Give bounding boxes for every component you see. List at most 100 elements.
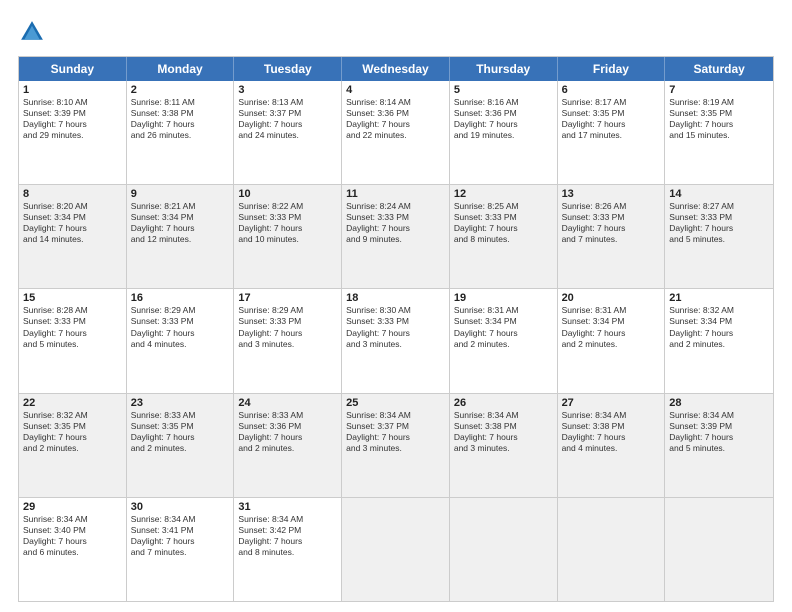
day-number: 14 — [669, 188, 769, 200]
cell-info: Sunrise: 8:13 AMSunset: 3:37 PMDaylight:… — [238, 97, 337, 141]
calendar-cell-day-20: 20Sunrise: 8:31 AMSunset: 3:34 PMDayligh… — [558, 289, 666, 392]
calendar-cell-day-5: 5Sunrise: 8:16 AMSunset: 3:36 PMDaylight… — [450, 81, 558, 184]
logo — [18, 18, 50, 46]
logo-icon — [18, 18, 46, 46]
day-number: 28 — [669, 397, 769, 409]
calendar-cell-day-27: 27Sunrise: 8:34 AMSunset: 3:38 PMDayligh… — [558, 394, 666, 497]
cell-info: Sunrise: 8:32 AMSunset: 3:35 PMDaylight:… — [23, 410, 122, 454]
cell-info: Sunrise: 8:20 AMSunset: 3:34 PMDaylight:… — [23, 201, 122, 245]
day-number: 20 — [562, 292, 661, 304]
cell-info: Sunrise: 8:10 AMSunset: 3:39 PMDaylight:… — [23, 97, 122, 141]
cell-info: Sunrise: 8:27 AMSunset: 3:33 PMDaylight:… — [669, 201, 769, 245]
day-number: 29 — [23, 501, 122, 513]
cell-info: Sunrise: 8:25 AMSunset: 3:33 PMDaylight:… — [454, 201, 553, 245]
calendar-cell-day-26: 26Sunrise: 8:34 AMSunset: 3:38 PMDayligh… — [450, 394, 558, 497]
calendar-cell-day-19: 19Sunrise: 8:31 AMSunset: 3:34 PMDayligh… — [450, 289, 558, 392]
day-number: 18 — [346, 292, 445, 304]
page: SundayMondayTuesdayWednesdayThursdayFrid… — [0, 0, 792, 612]
calendar-cell-day-11: 11Sunrise: 8:24 AMSunset: 3:33 PMDayligh… — [342, 185, 450, 288]
cell-info: Sunrise: 8:31 AMSunset: 3:34 PMDaylight:… — [562, 305, 661, 349]
day-number: 26 — [454, 397, 553, 409]
calendar-cell-day-7: 7Sunrise: 8:19 AMSunset: 3:35 PMDaylight… — [665, 81, 773, 184]
day-number: 4 — [346, 84, 445, 96]
cell-info: Sunrise: 8:24 AMSunset: 3:33 PMDaylight:… — [346, 201, 445, 245]
day-number: 11 — [346, 188, 445, 200]
calendar-row-5: 29Sunrise: 8:34 AMSunset: 3:40 PMDayligh… — [19, 497, 773, 601]
day-number: 21 — [669, 292, 769, 304]
day-number: 15 — [23, 292, 122, 304]
calendar-row-3: 15Sunrise: 8:28 AMSunset: 3:33 PMDayligh… — [19, 288, 773, 392]
header-day-tuesday: Tuesday — [234, 57, 342, 81]
calendar-cell-day-31: 31Sunrise: 8:34 AMSunset: 3:42 PMDayligh… — [234, 498, 342, 601]
calendar-cell-day-2: 2Sunrise: 8:11 AMSunset: 3:38 PMDaylight… — [127, 81, 235, 184]
header — [18, 18, 774, 46]
calendar-cell-empty-r4c3 — [342, 498, 450, 601]
day-number: 27 — [562, 397, 661, 409]
day-number: 8 — [23, 188, 122, 200]
day-number: 2 — [131, 84, 230, 96]
calendar-cell-day-17: 17Sunrise: 8:29 AMSunset: 3:33 PMDayligh… — [234, 289, 342, 392]
cell-info: Sunrise: 8:33 AMSunset: 3:35 PMDaylight:… — [131, 410, 230, 454]
cell-info: Sunrise: 8:34 AMSunset: 3:42 PMDaylight:… — [238, 514, 337, 558]
header-day-monday: Monday — [127, 57, 235, 81]
day-number: 31 — [238, 501, 337, 513]
calendar-cell-day-28: 28Sunrise: 8:34 AMSunset: 3:39 PMDayligh… — [665, 394, 773, 497]
calendar-cell-day-30: 30Sunrise: 8:34 AMSunset: 3:41 PMDayligh… — [127, 498, 235, 601]
calendar-cell-day-10: 10Sunrise: 8:22 AMSunset: 3:33 PMDayligh… — [234, 185, 342, 288]
cell-info: Sunrise: 8:34 AMSunset: 3:38 PMDaylight:… — [562, 410, 661, 454]
day-number: 9 — [131, 188, 230, 200]
calendar-cell-day-6: 6Sunrise: 8:17 AMSunset: 3:35 PMDaylight… — [558, 81, 666, 184]
calendar-cell-day-14: 14Sunrise: 8:27 AMSunset: 3:33 PMDayligh… — [665, 185, 773, 288]
calendar-row-1: 1Sunrise: 8:10 AMSunset: 3:39 PMDaylight… — [19, 81, 773, 184]
calendar-cell-day-8: 8Sunrise: 8:20 AMSunset: 3:34 PMDaylight… — [19, 185, 127, 288]
day-number: 22 — [23, 397, 122, 409]
cell-info: Sunrise: 8:29 AMSunset: 3:33 PMDaylight:… — [238, 305, 337, 349]
calendar-cell-day-13: 13Sunrise: 8:26 AMSunset: 3:33 PMDayligh… — [558, 185, 666, 288]
calendar-cell-day-29: 29Sunrise: 8:34 AMSunset: 3:40 PMDayligh… — [19, 498, 127, 601]
cell-info: Sunrise: 8:30 AMSunset: 3:33 PMDaylight:… — [346, 305, 445, 349]
calendar-cell-empty-r4c4 — [450, 498, 558, 601]
cell-info: Sunrise: 8:17 AMSunset: 3:35 PMDaylight:… — [562, 97, 661, 141]
calendar-cell-empty-r4c6 — [665, 498, 773, 601]
calendar-cell-day-15: 15Sunrise: 8:28 AMSunset: 3:33 PMDayligh… — [19, 289, 127, 392]
calendar-cell-day-21: 21Sunrise: 8:32 AMSunset: 3:34 PMDayligh… — [665, 289, 773, 392]
calendar-cell-day-25: 25Sunrise: 8:34 AMSunset: 3:37 PMDayligh… — [342, 394, 450, 497]
day-number: 5 — [454, 84, 553, 96]
day-number: 10 — [238, 188, 337, 200]
calendar-header-row: SundayMondayTuesdayWednesdayThursdayFrid… — [19, 57, 773, 81]
calendar-cell-day-1: 1Sunrise: 8:10 AMSunset: 3:39 PMDaylight… — [19, 81, 127, 184]
header-day-thursday: Thursday — [450, 57, 558, 81]
header-day-saturday: Saturday — [665, 57, 773, 81]
calendar-cell-day-12: 12Sunrise: 8:25 AMSunset: 3:33 PMDayligh… — [450, 185, 558, 288]
cell-info: Sunrise: 8:26 AMSunset: 3:33 PMDaylight:… — [562, 201, 661, 245]
day-number: 1 — [23, 84, 122, 96]
cell-info: Sunrise: 8:29 AMSunset: 3:33 PMDaylight:… — [131, 305, 230, 349]
calendar-cell-day-9: 9Sunrise: 8:21 AMSunset: 3:34 PMDaylight… — [127, 185, 235, 288]
cell-info: Sunrise: 8:21 AMSunset: 3:34 PMDaylight:… — [131, 201, 230, 245]
day-number: 6 — [562, 84, 661, 96]
day-number: 24 — [238, 397, 337, 409]
calendar-cell-day-3: 3Sunrise: 8:13 AMSunset: 3:37 PMDaylight… — [234, 81, 342, 184]
calendar-cell-day-23: 23Sunrise: 8:33 AMSunset: 3:35 PMDayligh… — [127, 394, 235, 497]
day-number: 13 — [562, 188, 661, 200]
cell-info: Sunrise: 8:14 AMSunset: 3:36 PMDaylight:… — [346, 97, 445, 141]
calendar: SundayMondayTuesdayWednesdayThursdayFrid… — [18, 56, 774, 602]
day-number: 16 — [131, 292, 230, 304]
cell-info: Sunrise: 8:19 AMSunset: 3:35 PMDaylight:… — [669, 97, 769, 141]
day-number: 30 — [131, 501, 230, 513]
cell-info: Sunrise: 8:11 AMSunset: 3:38 PMDaylight:… — [131, 97, 230, 141]
calendar-cell-day-22: 22Sunrise: 8:32 AMSunset: 3:35 PMDayligh… — [19, 394, 127, 497]
cell-info: Sunrise: 8:28 AMSunset: 3:33 PMDaylight:… — [23, 305, 122, 349]
calendar-cell-empty-r4c5 — [558, 498, 666, 601]
day-number: 17 — [238, 292, 337, 304]
cell-info: Sunrise: 8:34 AMSunset: 3:41 PMDaylight:… — [131, 514, 230, 558]
day-number: 12 — [454, 188, 553, 200]
calendar-cell-day-4: 4Sunrise: 8:14 AMSunset: 3:36 PMDaylight… — [342, 81, 450, 184]
header-day-sunday: Sunday — [19, 57, 127, 81]
cell-info: Sunrise: 8:31 AMSunset: 3:34 PMDaylight:… — [454, 305, 553, 349]
cell-info: Sunrise: 8:33 AMSunset: 3:36 PMDaylight:… — [238, 410, 337, 454]
calendar-row-2: 8Sunrise: 8:20 AMSunset: 3:34 PMDaylight… — [19, 184, 773, 288]
cell-info: Sunrise: 8:16 AMSunset: 3:36 PMDaylight:… — [454, 97, 553, 141]
calendar-cell-day-18: 18Sunrise: 8:30 AMSunset: 3:33 PMDayligh… — [342, 289, 450, 392]
calendar-body: 1Sunrise: 8:10 AMSunset: 3:39 PMDaylight… — [19, 81, 773, 601]
